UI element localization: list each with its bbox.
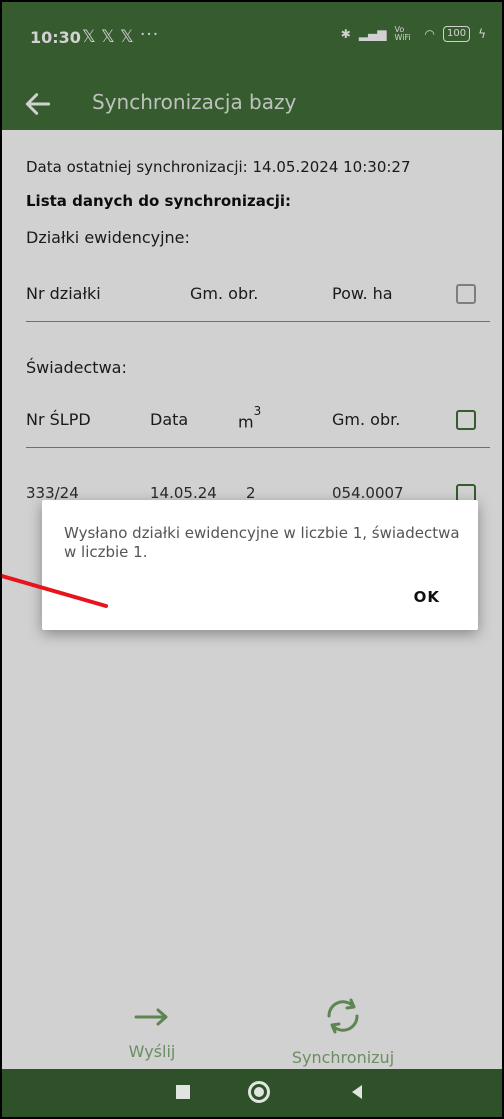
send-button-label: Wyślij: [128, 1042, 176, 1061]
sync-button-label: Synchronizuj: [291, 1048, 395, 1067]
system-nav-bar: [2, 1069, 502, 1117]
recent-apps-icon[interactable]: [176, 1085, 190, 1099]
arrow-right-icon: [134, 1008, 168, 1026]
phone-frame: 10:30 𝕏 𝕏 𝕏 ··· ✱ ▂▄▆ Vo WiFi ◠ 100 ϟ Sy…: [0, 0, 504, 1119]
send-button[interactable]: Wyślij: [102, 1002, 202, 1061]
ok-button[interactable]: OK: [414, 588, 440, 606]
home-icon[interactable]: [248, 1081, 270, 1103]
sync-button[interactable]: Synchronizuj: [278, 994, 408, 1067]
dialog-message: Wysłano działki ewidencyjne w liczbie 1,…: [64, 524, 460, 561]
annotation-arrow: [2, 574, 108, 608]
sync-icon: [327, 998, 359, 1034]
back-icon[interactable]: [352, 1085, 362, 1099]
